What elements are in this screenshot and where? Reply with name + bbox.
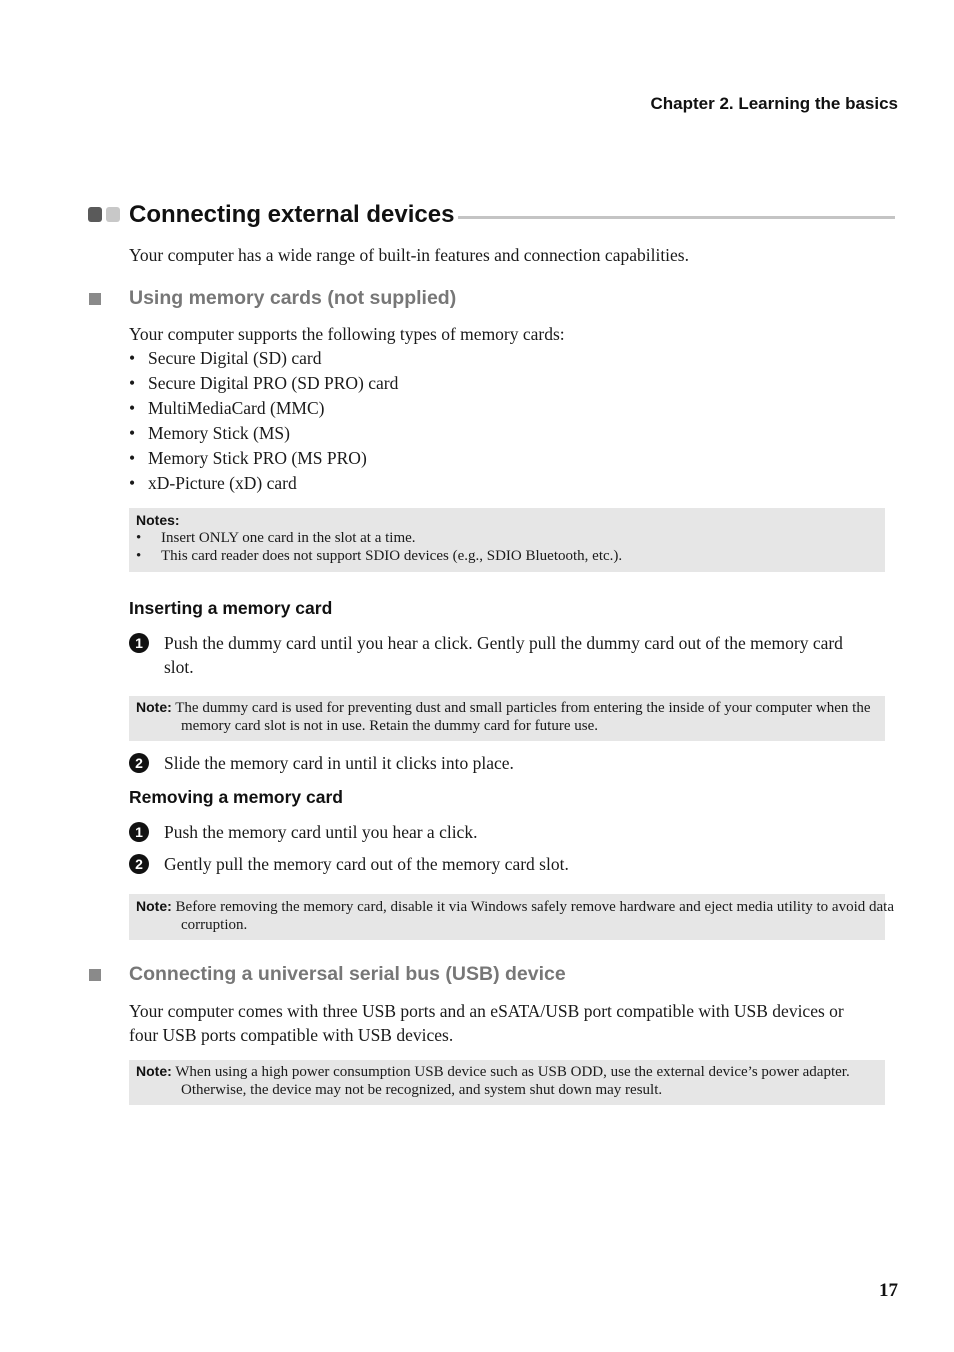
bullet-icon: • — [129, 398, 136, 418]
note-label: Note: — [136, 699, 172, 715]
notes-label: Notes: — [136, 512, 180, 528]
dark-dot-icon — [88, 207, 102, 222]
note-label: Note: — [136, 898, 172, 914]
usb-body: Your computer comes with three USB ports… — [129, 1001, 844, 1045]
section-title: Connecting external devices — [129, 201, 455, 228]
note-content: Note: The dummy card is used for prevent… — [136, 698, 916, 735]
bullet-icon: • — [129, 423, 136, 443]
list-item-text: Secure Digital (SD) card — [148, 348, 322, 368]
removal-note: Note: Before removing the memory card, d… — [129, 894, 894, 940]
step-text: Slide the memory card in until it clicks… — [164, 753, 514, 773]
memory-card-types-list: • Secure Digital (SD) card • Secure Digita… — [129, 346, 398, 496]
section-dots-icon — [88, 207, 122, 223]
page-number: 17 — [879, 1280, 898, 1301]
subsection-square-icon — [89, 293, 101, 305]
step-number-icon: 1 — [129, 633, 149, 653]
note-text: The dummy card is used for preventing du… — [175, 700, 871, 734]
title-rule — [458, 216, 895, 219]
step-text: Gently pull the memory card out of the m… — [164, 854, 569, 874]
memory-cards-intro: Your computer supports the following typ… — [129, 324, 565, 344]
light-dot-icon — [106, 207, 120, 222]
note-bullet-icon: • — [136, 530, 142, 546]
removing-heading: Removing a memory card — [129, 787, 343, 807]
note-bullet-icon: • — [136, 548, 142, 564]
note-label: Note: — [136, 1063, 172, 1079]
usb-note: Note: When using a high power consumptio… — [129, 1060, 885, 1105]
section-intro: Your computer has a wide range of built-… — [129, 245, 689, 265]
note-text: When using a high power consumption USB … — [175, 1064, 850, 1098]
subsection-square-icon — [89, 969, 101, 981]
list-item: • Memory Stick (MS) — [129, 421, 398, 446]
bullet-icon: • — [129, 448, 136, 468]
step-number-icon: 1 — [129, 822, 149, 842]
step-text: Push the dummy card until you hear a cli… — [164, 633, 843, 677]
bullet-icon: • — [129, 473, 136, 493]
list-item-text: Memory Stick PRO (MS PRO) — [148, 448, 367, 468]
note-item: This card reader does not support SDIO d… — [161, 548, 623, 564]
bullet-icon: • — [129, 373, 136, 393]
inserting-heading: Inserting a memory card — [129, 598, 333, 618]
list-item-text: Secure Digital PRO (SD PRO) card — [148, 373, 399, 393]
list-item: • Secure Digital (SD) card — [129, 346, 398, 371]
memory-cards-heading: Using memory cards (not supplied) — [129, 287, 457, 309]
list-item: • Secure Digital PRO (SD PRO) card — [129, 371, 398, 396]
note-text: Before removing the memory card, disable… — [175, 899, 894, 933]
notes-box: Notes: • Insert ONLY one card in the slo… — [129, 508, 885, 572]
list-item-text: Memory Stick (MS) — [148, 423, 290, 443]
step-number-icon: 2 — [129, 854, 149, 874]
step-number-icon: 2 — [129, 753, 149, 773]
bullet-icon: • — [129, 348, 136, 368]
list-item: • Memory Stick PRO (MS PRO) — [129, 446, 398, 471]
list-item: • MultiMediaCard (MMC) — [129, 396, 398, 421]
note-item: Insert ONLY one card in the slot at a ti… — [161, 530, 416, 546]
note-content: Note: Before removing the memory card, d… — [136, 897, 916, 934]
list-item-text: xD-Picture (xD) card — [148, 473, 297, 493]
chapter-header: Chapter 2. Learning the basics — [650, 94, 898, 113]
list-item: • xD-Picture (xD) card — [129, 471, 398, 496]
list-item-text: MultiMediaCard (MMC) — [148, 398, 325, 418]
step-text: Push the memory card until you hear a cl… — [164, 822, 478, 842]
usb-heading: Connecting a universal serial bus (USB) … — [129, 963, 566, 985]
dummy-card-note: Note: The dummy card is used for prevent… — [129, 696, 885, 741]
note-content: Note: When using a high power consumptio… — [136, 1062, 916, 1099]
